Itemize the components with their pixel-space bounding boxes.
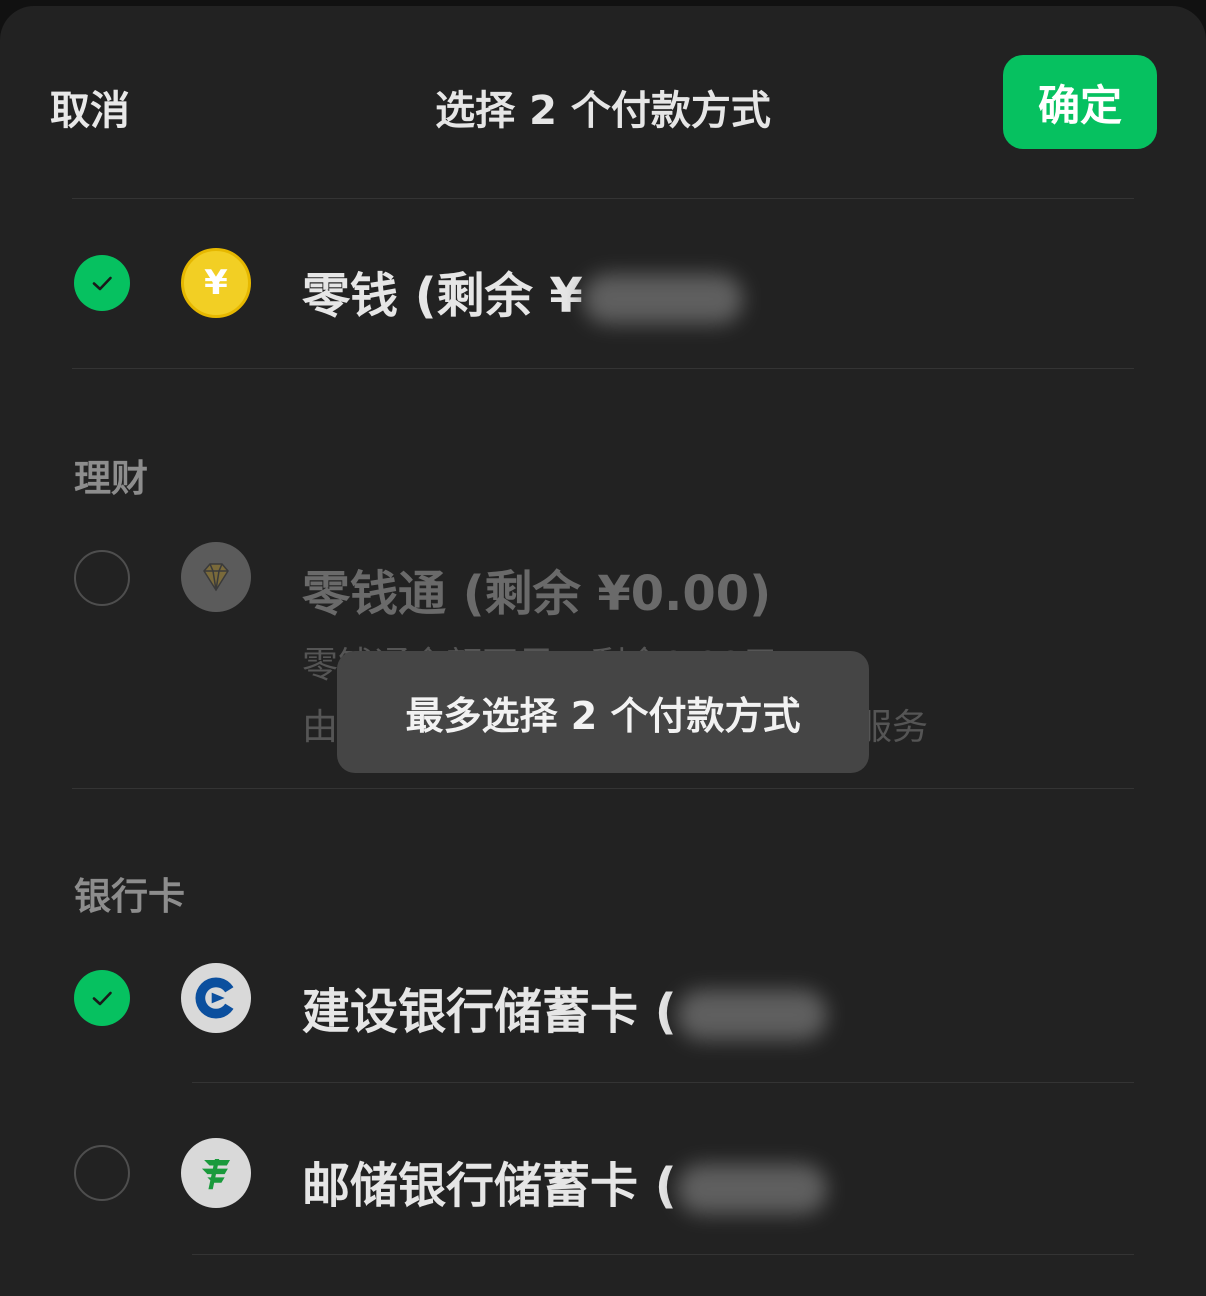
payment-option-psbc[interactable]: 邮储银行储蓄卡 ( — [0, 1082, 1206, 1254]
radio-unchecked-icon[interactable] — [74, 1145, 130, 1201]
payment-method-sheet: 取消 选择 2 个付款方式 确定 ¥ 零钱 (剩余 ¥ 理财 零钱通 (剩余 ¥… — [0, 6, 1206, 1296]
check-icon[interactable] — [74, 970, 130, 1026]
divider — [72, 788, 1134, 789]
sheet-header: 取消 选择 2 个付款方式 确定 — [0, 6, 1206, 198]
section-title-wealth: 理财 — [74, 457, 148, 500]
radio-unchecked-icon — [74, 550, 130, 606]
psbc-bank-icon — [181, 1138, 251, 1208]
toast-message: 最多选择 2 个付款方式 — [337, 651, 869, 773]
ccb-bank-icon — [181, 963, 251, 1033]
divider — [72, 368, 1134, 369]
check-icon[interactable] — [74, 255, 130, 311]
payment-option-balance[interactable]: ¥ 零钱 (剩余 ¥ — [0, 198, 1206, 368]
redacted-card-number — [676, 1164, 827, 1214]
payment-option-label: 零钱 (剩余 ¥ — [302, 256, 743, 326]
redacted-card-number — [676, 990, 827, 1040]
payment-option-label: 建设银行储蓄卡 ( — [302, 972, 827, 1042]
payment-option-label: 零钱通 (剩余 ¥0.00) — [302, 566, 772, 622]
payment-option-ccb[interactable]: 建设银行储蓄卡 ( — [0, 938, 1206, 1082]
divider — [192, 1254, 1134, 1255]
payment-option-label: 邮储银行储蓄卡 ( — [302, 1146, 827, 1216]
confirm-button[interactable]: 确定 — [1003, 55, 1157, 149]
yuan-coin-icon: ¥ — [181, 248, 251, 318]
payment-option-provider: 由 — [302, 707, 339, 748]
redacted-amount — [582, 274, 743, 324]
diamond-icon — [181, 542, 251, 612]
section-title-bank-cards: 银行卡 — [74, 875, 185, 918]
